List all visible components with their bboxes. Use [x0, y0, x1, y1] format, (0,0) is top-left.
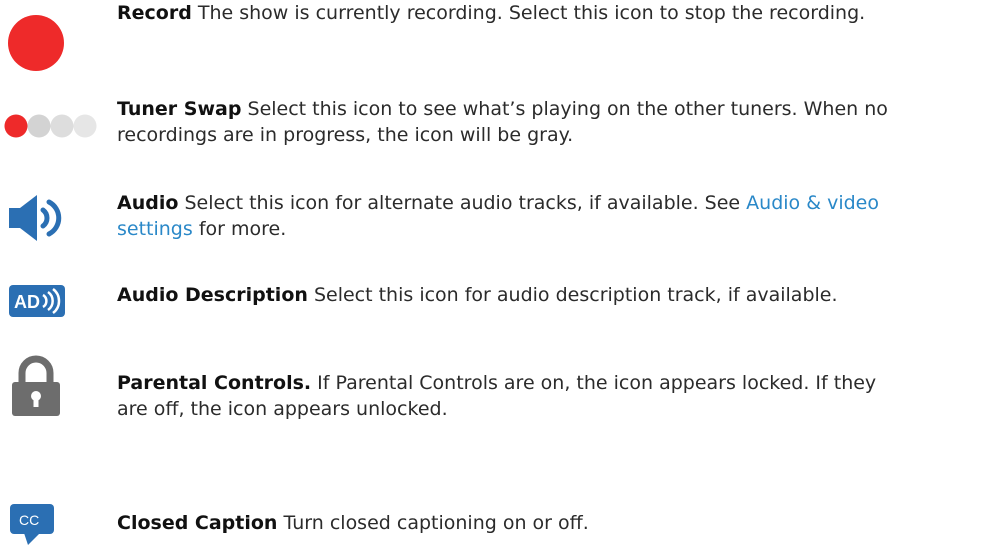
audio-description-icon[interactable]: AD [9, 285, 65, 317]
audio-description-title: Audio Description [117, 284, 308, 306]
parental-controls-text-2: are off, the icon appears unlocked. [117, 398, 448, 420]
tuner-swap-text-2: recordings are in progress, the icon wil… [117, 124, 574, 146]
tuner-swap-text-1: Select this icon to see what’s playing o… [247, 98, 888, 120]
record-icon[interactable] [7, 14, 65, 72]
audio-description-icon-label: AD [14, 292, 40, 312]
audio-description-desc: Audio Description Select this icon for a… [117, 282, 994, 308]
audio-text-1: Select this icon for alternate audio tra… [184, 192, 747, 214]
tuner-swap-title: Tuner Swap [117, 98, 242, 120]
parental-controls-title: Parental Controls. [117, 372, 312, 394]
audio-title: Audio [117, 192, 179, 214]
audio-description-text: Audio Select this icon for alternate aud… [117, 190, 994, 242]
closed-caption-icon-label: CC [19, 512, 39, 528]
closed-caption-title: Closed Caption [117, 512, 278, 534]
tuner-swap-icon[interactable] [4, 114, 104, 138]
tuner-swap-description: Tuner Swap Select this icon to see what’… [117, 96, 994, 148]
record-title: Record [117, 2, 192, 24]
audio-description-text: Select this icon for audio description t… [313, 284, 838, 306]
audio-text-2: for more. [192, 218, 287, 240]
record-text: The show is currently recording. Select … [197, 2, 866, 24]
parental-controls-description: Parental Controls. If Parental Controls … [117, 370, 994, 422]
audio-video-settings-link-part-2[interactable]: settings [117, 218, 193, 240]
audio-video-settings-link-part-1[interactable]: Audio & video [746, 192, 879, 214]
closed-caption-description: Closed Caption Turn closed captioning on… [117, 510, 994, 536]
audio-line-2: settings for more. [117, 216, 994, 242]
parental-controls-line-1: Parental Controls. If Parental Controls … [117, 370, 994, 396]
audio-icon[interactable] [7, 192, 65, 244]
lock-icon[interactable] [11, 355, 61, 417]
record-description: Record The show is currently recording. … [117, 0, 994, 26]
closed-caption-text: Turn closed captioning on or off. [283, 512, 589, 534]
tuner-swap-line-1: Tuner Swap Select this icon to see what’… [117, 96, 994, 122]
closed-caption-icon[interactable]: CC [10, 504, 54, 545]
audio-line-1: Audio Select this icon for alternate aud… [117, 190, 994, 216]
parental-controls-text-1: If Parental Controls are on, the icon ap… [317, 372, 877, 394]
